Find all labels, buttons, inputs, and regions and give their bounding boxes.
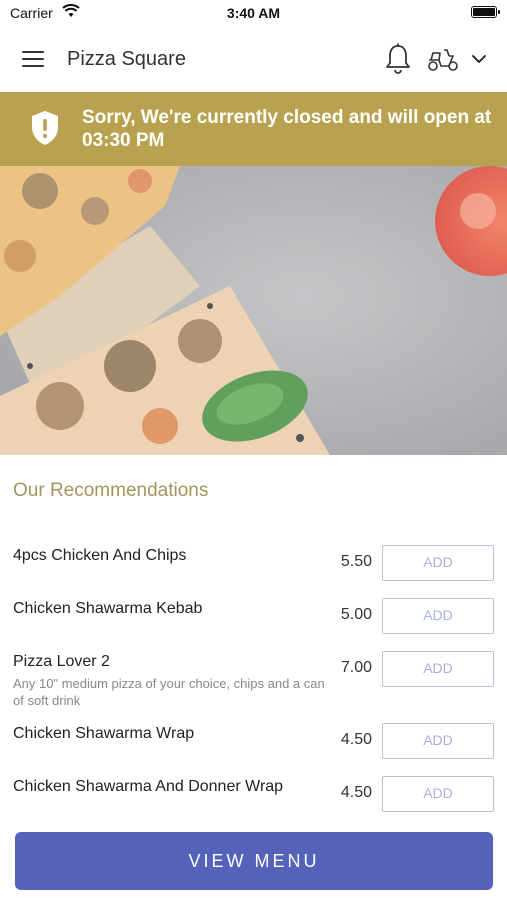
status-bar: Carrier 3:40 AM xyxy=(0,0,507,26)
menu-icon-bar xyxy=(22,51,44,53)
add-button[interactable]: ADD xyxy=(382,651,494,687)
menu-button[interactable] xyxy=(18,46,50,72)
item-name: Chicken Shawarma And Donner Wrap xyxy=(13,778,284,795)
view-menu-button[interactable]: VIEW MENU xyxy=(15,832,493,890)
closed-banner: Sorry, We're currently closed and will o… xyxy=(0,92,507,166)
item-name: Pizza Lover 2 xyxy=(13,653,110,670)
item-name: Chicken Shawarma Kebab xyxy=(13,600,203,617)
add-button[interactable]: ADD xyxy=(382,723,494,759)
clock: 3:40 AM xyxy=(226,5,281,21)
delivery-scooter-icon[interactable] xyxy=(425,44,461,74)
item-price: 4.50 xyxy=(340,731,372,748)
hero-image xyxy=(0,166,507,455)
closed-message: Sorry, We're currently closed and will o… xyxy=(82,107,492,151)
pizza-photo xyxy=(0,166,507,455)
shield-alert-icon xyxy=(32,111,58,145)
item-name: 4pcs Chicken And Chips xyxy=(13,547,187,564)
restaurant-title: Pizza Square xyxy=(67,48,186,70)
recommendations-title: Our Recommendations xyxy=(13,480,209,501)
menu-icon-bar xyxy=(22,65,44,67)
battery-icon xyxy=(471,6,500,18)
menu-icon-bar xyxy=(22,58,44,60)
add-button[interactable]: ADD xyxy=(382,545,494,581)
item-price: 5.50 xyxy=(340,553,372,570)
add-button[interactable]: ADD xyxy=(382,776,494,812)
bell-icon[interactable] xyxy=(382,42,414,76)
add-button[interactable]: ADD xyxy=(382,598,494,634)
app-header: Pizza Square xyxy=(0,26,507,92)
item-name: Chicken Shawarma Wrap xyxy=(13,725,195,742)
item-description: Any 10" medium pizza of your choice, chi… xyxy=(13,676,325,708)
item-price: 5.00 xyxy=(340,606,372,623)
item-price: 7.00 xyxy=(340,659,372,676)
chevron-down-icon[interactable] xyxy=(468,48,490,70)
item-price: 4.50 xyxy=(340,784,372,801)
